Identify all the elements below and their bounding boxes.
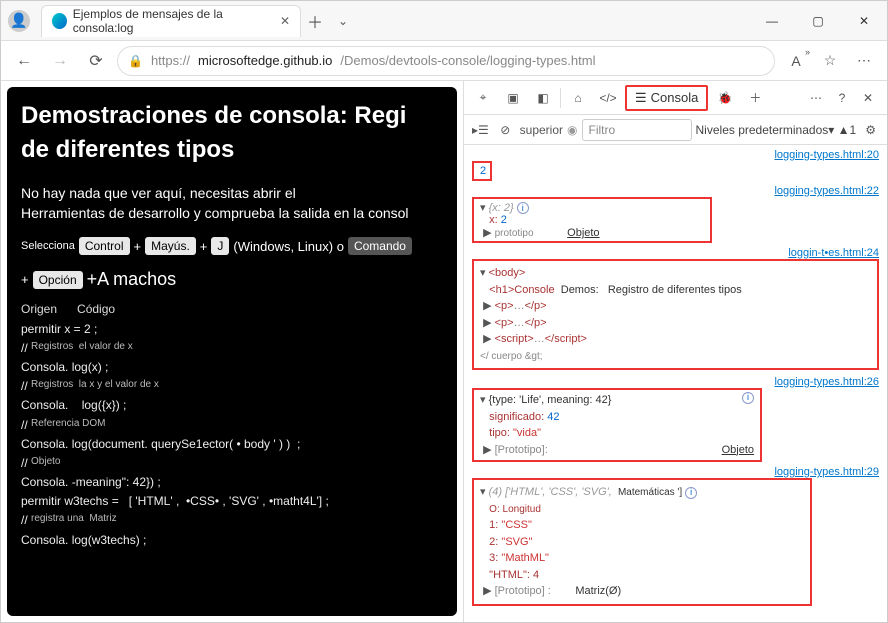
page-heading-line1: Demostraciones de consola: Regi <box>21 102 406 129</box>
console-tab-icon: ☰ <box>635 90 647 106</box>
kbd-control: Control <box>79 237 130 255</box>
titlebar: 👤 Ejemplos de mensajes de la consola:log… <box>1 1 887 41</box>
devtools-more-button[interactable]: ⋯ <box>803 85 829 111</box>
device-toolbar-icon[interactable]: ▣ <box>500 85 526 111</box>
url-host: microsoftedge.github.io <box>198 53 332 68</box>
favorites-button[interactable]: ☆ <box>815 46 845 76</box>
code-table: Origen Código permitir x = 2 ;// Registr… <box>21 300 443 549</box>
clear-console-button[interactable]: ⊘ <box>495 117 516 143</box>
context-selector[interactable]: superior <box>520 123 563 137</box>
info-icon[interactable]: i <box>742 392 754 404</box>
minimize-button[interactable]: — <box>749 1 795 41</box>
kbd-command: Comando <box>348 237 412 255</box>
info-icon[interactable]: i <box>517 202 529 214</box>
maximize-button[interactable]: ▢ <box>795 1 841 41</box>
browser-tab[interactable]: Ejemplos de mensajes de la consola:log ✕ <box>41 5 301 37</box>
lock-icon: 🔒 <box>128 54 143 68</box>
addressbar-right-icons: A» ☆ ⋯ <box>781 46 879 76</box>
url-path: /Demos/devtools-console/logging-types.ht… <box>340 53 595 68</box>
th-code: Código <box>77 300 115 319</box>
eye-icon[interactable]: ◉ <box>567 123 577 137</box>
source-link[interactable]: loggin-t•es.html:24 <box>788 247 879 259</box>
devtools-close-button[interactable]: ✕ <box>855 85 881 111</box>
main-split: Demostraciones de consola: Regi de difer… <box>1 81 887 622</box>
read-aloud-button[interactable]: A» <box>781 46 811 76</box>
devtools-help-button[interactable]: ? <box>829 85 855 111</box>
more-button[interactable]: ⋯ <box>849 46 879 76</box>
kbd-option: Opción <box>33 271 83 289</box>
console-settings-icon[interactable]: ⚙ <box>860 117 881 143</box>
edge-icon <box>52 13 67 29</box>
kbd-J: J <box>211 237 229 255</box>
window-controls: — ▢ ✕ <box>749 1 887 41</box>
user-icon: 👤 <box>8 10 30 32</box>
log-row-2[interactable]: ▾ {x: 2} i x: 2 ▶ prototipo Objeto <box>472 197 712 243</box>
log-row-5[interactable]: ▾ (4) ['HTML', 'CSS', 'SVG', Matemáticas… <box>472 478 812 606</box>
console-sidebar-toggle[interactable]: ▸☰ <box>470 117 491 143</box>
url-protocol: https:// <box>151 53 190 68</box>
th-source: Origen <box>21 300 57 319</box>
tab-title: Ejemplos de mensajes de la consola:log <box>73 7 270 35</box>
log-row-4[interactable]: ▾ {type: 'Life', meaning: 42} i signific… <box>472 388 762 462</box>
page-heading: Demostraciones de consola: Regi de difer… <box>21 99 443 166</box>
devtools-tabs: ⌖ ▣ ◧ ⌂ </> ☰ Consola 🐞 ＋ ⋯ ? ✕ <box>464 81 887 115</box>
kbd-shift: Mayús. <box>145 237 196 255</box>
bug-icon[interactable]: 🐞 <box>712 85 738 111</box>
new-tab-button[interactable]: ＋ <box>301 9 329 33</box>
url-input[interactable]: 🔒 https:// microsoftedge.github.io/Demos/… <box>117 46 775 76</box>
console-output: logging-types.html:20 2 logging-types.ht… <box>464 145 887 622</box>
log-row-3[interactable]: ▾ <body> <h1>Console Demos: Registro de … <box>472 259 879 370</box>
elements-tab[interactable]: </> <box>595 85 621 111</box>
panel-icon[interactable]: ◧ <box>530 85 556 111</box>
devtools-pane: ⌖ ▣ ◧ ⌂ </> ☰ Consola 🐞 ＋ ⋯ ? ✕ ▸☰ <box>463 81 887 622</box>
log-levels[interactable]: Niveles predeterminados▾ ▲1 <box>696 123 857 137</box>
console-tab-label: Consola <box>651 90 699 105</box>
profile-button[interactable]: 👤 <box>1 10 37 32</box>
page-viewport: Demostraciones de consola: Regi de difer… <box>7 87 457 616</box>
console-toolbar: ▸☰ ⊘ superior ◉ Filtro Niveles predeterm… <box>464 115 887 145</box>
welcome-tab[interactable]: ⌂ <box>565 85 591 111</box>
source-link[interactable]: logging-types.html:26 <box>774 376 879 388</box>
log-row-1: 2 <box>472 161 492 181</box>
source-link[interactable]: logging-types.html:22 <box>774 185 879 197</box>
forward-button[interactable]: → <box>45 46 75 76</box>
source-link[interactable]: logging-types.html:20 <box>774 149 879 161</box>
kbd-line-2: + Opción +A machos <box>21 269 443 290</box>
source-link[interactable]: logging-types.html:29 <box>774 466 879 478</box>
addressbar: ← → ⟳ 🔒 https:// microsoftedge.github.io /… <box>1 41 887 81</box>
add-tab-button[interactable]: ＋ <box>742 85 768 111</box>
code-lines: permitir x = 2 ;// Registros el valor de… <box>21 320 443 550</box>
refresh-button[interactable]: ⟳ <box>81 46 111 76</box>
console-tab[interactable]: ☰ Consola <box>625 85 708 111</box>
close-tab-icon[interactable]: ✕ <box>280 14 290 28</box>
inspect-icon[interactable]: ⌖ <box>470 85 496 111</box>
expand-icon[interactable]: ▾ <box>480 202 486 214</box>
tab-actions-chevron[interactable]: ⌄ <box>329 14 357 28</box>
filter-input[interactable]: Filtro <box>582 119 692 141</box>
page-heading-line2: de diferentes tipos <box>21 136 234 163</box>
info-icon[interactable]: i <box>685 487 697 499</box>
back-button[interactable]: ← <box>9 46 39 76</box>
close-window-button[interactable]: ✕ <box>841 1 887 41</box>
kbd-line-1: Selecciona Control + Mayús. + J (Windows… <box>21 237 443 255</box>
page-intro: No hay nada que ver aquí, necesitas abri… <box>21 184 443 223</box>
app-window: 👤 Ejemplos de mensajes de la consola:log… <box>0 0 888 623</box>
